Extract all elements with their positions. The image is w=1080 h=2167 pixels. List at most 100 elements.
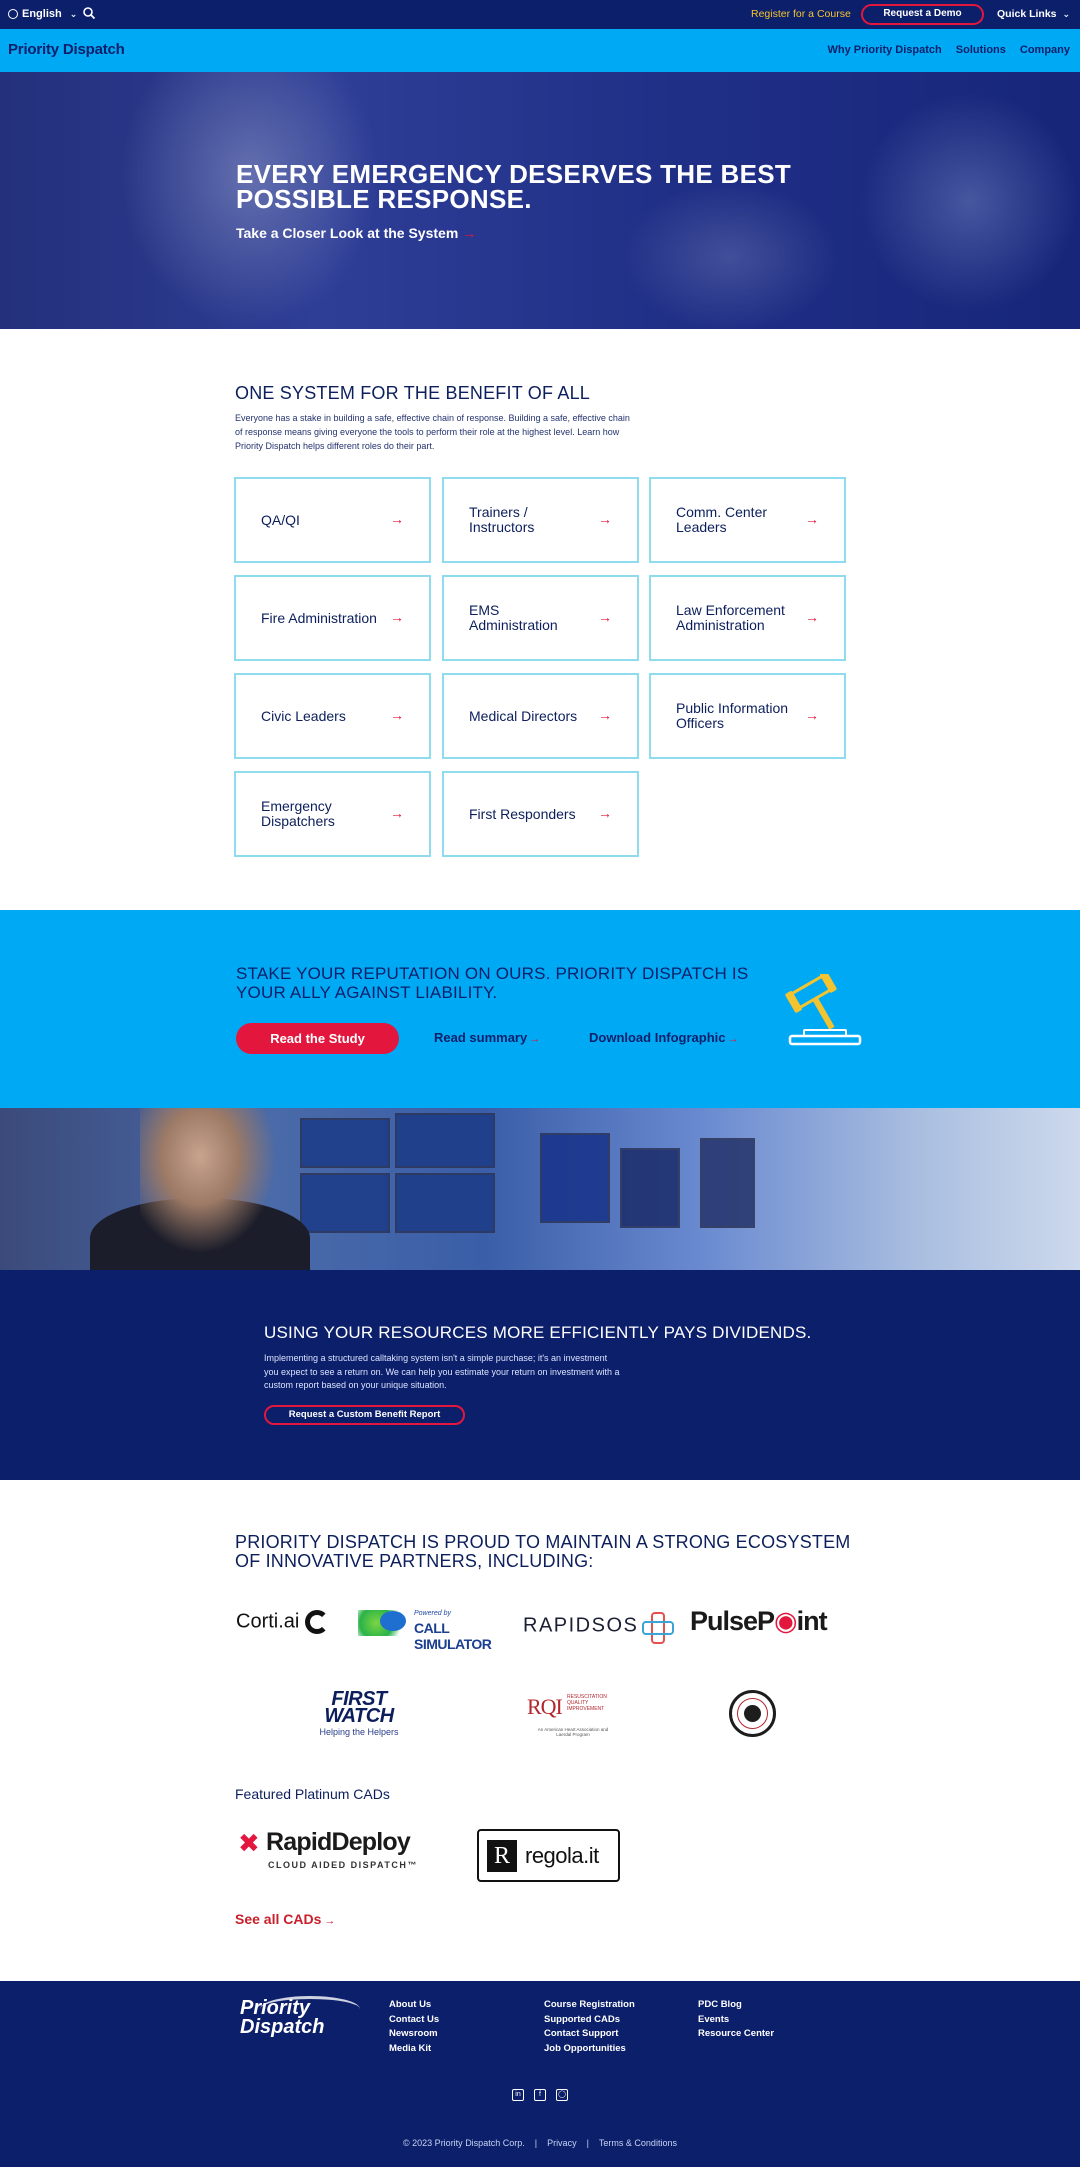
facebook-icon[interactable]: f: [534, 2089, 546, 2101]
role-card-grid: QA/QI → Trainers / Instructors → Comm. Cen…: [234, 477, 846, 857]
regola-wordmark: regola.it: [525, 1843, 599, 1868]
rapidsos-plus-icon: [642, 1612, 675, 1644]
custom-benefit-report-button[interactable]: Request a Custom Benefit Report: [264, 1405, 465, 1425]
role-card-first-responders[interactable]: First Responders →: [442, 771, 639, 857]
partner-seal-logo[interactable]: [729, 1690, 776, 1737]
role-card-label: Emergency Dispatchers: [261, 798, 335, 829]
language-label: English: [22, 8, 62, 20]
rapiddeploy-x-icon: ✖: [238, 1828, 260, 1858]
footer-link[interactable]: PDC Blog: [698, 1998, 774, 2013]
request-demo-button[interactable]: Request a Demo: [861, 4, 984, 25]
firstwatch-wordmark: FIRST WATCH: [324, 1688, 394, 1727]
legal-separator: |: [534, 2138, 538, 2148]
photo-monitor: [395, 1173, 495, 1233]
read-summary-link[interactable]: Read summary →: [434, 1030, 540, 1045]
pulsepoint-wordmark-a: PulseP: [690, 1606, 775, 1636]
footer-column-2: Course Registration Supported CADs Conta…: [544, 1998, 635, 2056]
footer-link[interactable]: Supported CADs: [544, 2013, 635, 2028]
role-card-comm-center[interactable]: Comm. Center Leaders →: [649, 477, 846, 563]
role-card-ems-admin[interactable]: EMS Administration →: [442, 575, 639, 661]
language-selector[interactable]: English ⌄: [8, 8, 77, 20]
download-infographic-link[interactable]: Download Infographic →: [589, 1030, 739, 1045]
arrow-right-icon: →: [324, 1915, 336, 1927]
hero-cta-link[interactable]: Take a Closer Look at the System →: [236, 225, 476, 241]
role-card-label: Comm. Center Leaders: [676, 504, 768, 535]
photo-monitor: [540, 1133, 610, 1223]
corti-logo[interactable]: Corti.ai: [236, 1610, 330, 1634]
role-card-trainers[interactable]: Trainers / Instructors →: [442, 477, 639, 563]
footer-link[interactable]: Resource Center: [698, 2027, 774, 2042]
arrow-right-icon: →: [805, 511, 819, 527]
role-card-law-enforcement[interactable]: Law Enforcement Administration →: [649, 575, 846, 661]
footer-link[interactable]: Media Kit: [389, 2042, 439, 2057]
utility-bar: English ⌄ Register for a Course Request …: [0, 0, 1080, 29]
footer-column-3: PDC Blog Events Resource Center: [698, 1998, 774, 2042]
footer-link[interactable]: Course Registration: [544, 1998, 635, 2013]
main-nav: Priority Dispatch Why Priority Dispatch …: [0, 29, 1080, 72]
footer-link[interactable]: Contact Support: [544, 2027, 635, 2042]
arrow-right-icon: →: [805, 609, 819, 625]
social-links: in f ◯: [512, 2089, 568, 2101]
globe-icon: [8, 9, 18, 19]
privacy-link[interactable]: Privacy: [547, 2138, 577, 2148]
arrow-right-icon: →: [390, 805, 404, 821]
role-card-label: Civic Leaders: [261, 707, 346, 724]
firstwatch-logo[interactable]: FIRST WATCH Helping the Helpers: [300, 1688, 418, 1737]
role-card-qa-qi[interactable]: QA/QI →: [234, 477, 431, 563]
rapidsos-logo[interactable]: RAPIDSOS: [523, 1612, 675, 1644]
role-card-pio[interactable]: Public Information Officers →: [649, 673, 846, 759]
see-all-cads-link[interactable]: See all CADs →: [235, 1911, 335, 1927]
nav-item-solutions[interactable]: Solutions: [956, 44, 1006, 56]
regola-logo[interactable]: R regola.it: [477, 1829, 620, 1882]
download-infographic-label: Download Infographic: [589, 1030, 726, 1045]
role-card-label: QA/QI: [261, 511, 300, 528]
quick-links-menu[interactable]: Quick Links ⌄: [997, 8, 1070, 20]
nav-item-company[interactable]: Company: [1020, 44, 1070, 56]
site-footer: Priority Dispatch About Us Contact Us Ne…: [0, 1981, 1080, 2167]
rapiddeploy-tagline: CLOUD AIDED DISPATCH™: [268, 1860, 418, 1870]
footer-link[interactable]: Newsroom: [389, 2027, 439, 2042]
regola-r-icon: R: [487, 1840, 517, 1872]
rqi-logo[interactable]: RQI RESUSCITATION QUALITY IMPROVEMENT An…: [527, 1692, 617, 1738]
read-study-button[interactable]: Read the Study: [236, 1023, 399, 1054]
chevron-down-icon: ⌄: [69, 8, 78, 19]
role-card-label: Law Enforcement Administration: [676, 602, 785, 633]
map-pin-icon: ◉: [774, 1606, 798, 1636]
photo-monitor: [300, 1173, 390, 1233]
arrow-right-icon: →: [805, 707, 819, 723]
nav-links: Why Priority Dispatch Solutions Company: [827, 44, 1070, 56]
terms-link[interactable]: Terms & Conditions: [599, 2138, 677, 2148]
rapiddeploy-logo[interactable]: ✖ RapidDeploy CLOUD AIDED DISPATCH™: [238, 1828, 438, 1874]
photo-monitor: [395, 1113, 495, 1168]
role-card-label: Fire Administration: [261, 609, 377, 626]
linkedin-icon[interactable]: in: [512, 2089, 524, 2101]
corti-mark-icon: [305, 1610, 330, 1634]
role-card-fire-admin[interactable]: Fire Administration →: [234, 575, 431, 661]
rqi-program-note: An American Heart Association and Laerda…: [537, 1727, 609, 1737]
register-course-link[interactable]: Register for a Course: [751, 8, 851, 20]
footer-logo[interactable]: Priority Dispatch: [240, 1996, 360, 2049]
footer-legal: © 2023 Priority Dispatch Corp. | Privacy | T…: [0, 2138, 1080, 2148]
rapiddeploy-wordmark: RapidDeploy: [266, 1828, 411, 1856]
pulsepoint-logo[interactable]: PulseP◉int: [690, 1606, 828, 1637]
footer-link[interactable]: Events: [698, 2013, 774, 2028]
footer-link[interactable]: About Us: [389, 1998, 439, 2013]
liability-band: STAKE YOUR REPUTATION ON OURS. PRIORITY …: [0, 910, 1080, 1108]
chevron-down-icon: ⌄: [1062, 9, 1071, 19]
section-text-one-system: Everyone has a stake in building a safe,…: [235, 413, 630, 451]
arrow-right-icon: →: [390, 609, 404, 625]
site-logo[interactable]: Priority Dispatch: [8, 41, 125, 58]
role-card-emergency-dispatchers[interactable]: Emergency Dispatchers →: [234, 771, 431, 857]
firstwatch-tagline: Helping the Helpers: [319, 1727, 399, 1737]
role-card-medical-directors[interactable]: Medical Directors →: [442, 673, 639, 759]
nav-item-why[interactable]: Why Priority Dispatch: [827, 44, 941, 56]
call-simulator-logo[interactable]: Powered by CALL SIMULATOR: [358, 1608, 496, 1652]
instagram-icon[interactable]: ◯: [556, 2089, 568, 2101]
role-card-civic-leaders[interactable]: Civic Leaders →: [234, 673, 431, 759]
role-card-label: Medical Directors: [469, 707, 578, 724]
hero-banner: EVERY EMERGENCY DESERVES THE BEST POSSIB…: [0, 72, 1080, 329]
search-icon[interactable]: [82, 6, 96, 20]
footer-link[interactable]: Job Opportunities: [544, 2042, 635, 2057]
hero-title: EVERY EMERGENCY DESERVES THE BEST POSSIB…: [236, 159, 792, 214]
footer-link[interactable]: Contact Us: [389, 2013, 439, 2028]
